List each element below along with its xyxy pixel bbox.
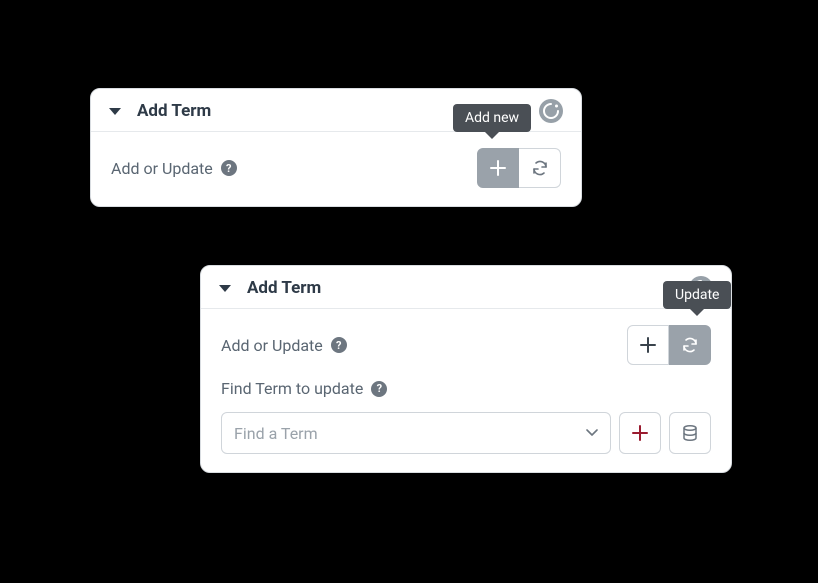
card-title: Add Term [247, 278, 321, 298]
label-text: Add or Update [221, 336, 323, 355]
find-term-select[interactable]: Find a Term [221, 412, 611, 454]
label-text: Add or Update [111, 159, 213, 178]
tooltip-update: Update [663, 281, 731, 309]
add-term-button[interactable] [619, 412, 661, 454]
database-button[interactable] [669, 412, 711, 454]
find-term-controls: Find a Term [221, 412, 711, 454]
label-text: Find Term to update [221, 379, 363, 398]
select-placeholder: Find a Term [234, 424, 318, 443]
add-new-button[interactable] [627, 325, 669, 365]
card-body: Add or Update ? Update [201, 309, 731, 472]
add-or-update-label: Add or Update ? [221, 336, 627, 355]
card-title: Add Term [137, 101, 211, 121]
find-term-select-row: Find a Term [221, 412, 711, 454]
update-button[interactable] [519, 148, 561, 188]
add-update-toggle: Update [627, 325, 711, 365]
find-term-label: Find Term to update ? [221, 379, 711, 398]
chevron-down-icon[interactable] [219, 285, 231, 292]
add-or-update-label: Add or Update ? [111, 159, 477, 178]
help-icon[interactable]: ? [371, 381, 387, 397]
find-term-label-row: Find Term to update ? [221, 379, 711, 398]
help-icon[interactable]: ? [221, 160, 237, 176]
update-button[interactable] [669, 325, 711, 365]
add-or-update-row: Add or Update ? Add new [111, 148, 561, 188]
card-header: Add Term [201, 266, 731, 309]
add-new-button[interactable] [477, 148, 519, 188]
card-body: Add or Update ? Add new [91, 132, 581, 206]
tooltip-add-new: Add new [453, 104, 531, 132]
help-icon[interactable]: ? [331, 337, 347, 353]
add-term-card-update: Add Term Add or Update ? Update [200, 265, 732, 473]
add-or-update-row: Add or Update ? Update [221, 325, 711, 365]
chevron-down-icon [586, 429, 598, 437]
brand-badge-icon [539, 99, 563, 123]
chevron-down-icon[interactable] [109, 108, 121, 115]
add-term-card-add: Add Term Add or Update ? Add new [90, 88, 582, 207]
add-update-toggle: Add new [477, 148, 561, 188]
